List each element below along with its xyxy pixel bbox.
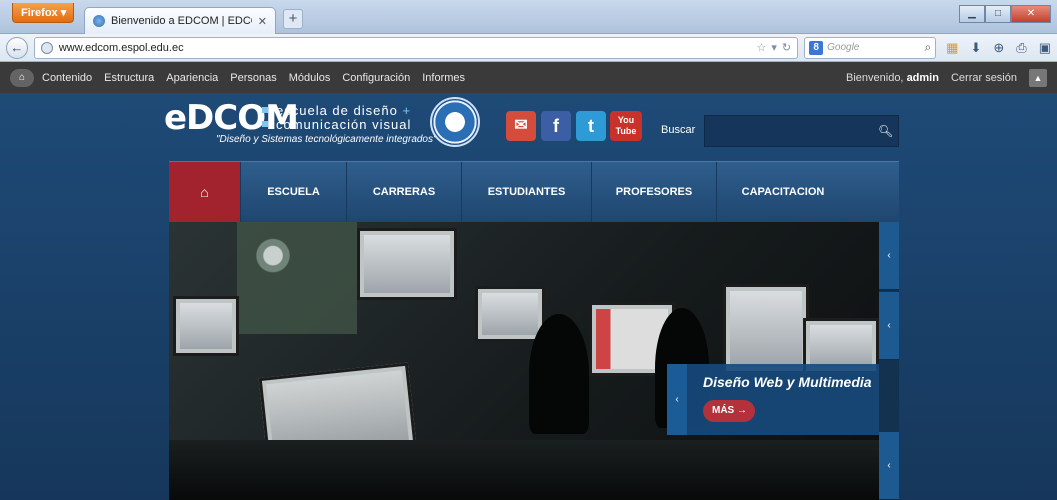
url-actions: ☆ ▾ ↻ [756,41,791,54]
slide-image-monitor [173,296,239,356]
caption-prev-icon[interactable]: ‹ [667,364,687,435]
addon-icon[interactable]: ▦ [946,40,958,56]
admin-user-area: Bienvenido, admin Cerrar sesión ▲ [846,68,1047,87]
site-page: eDCOM escuela de diseño + comunicación v… [0,93,1057,500]
menu-item-capacitacion[interactable]: CAPACITACION [716,162,849,222]
slide-caption-title[interactable]: Diseño Web y Multimedia [703,374,872,390]
admin-item-apariencia[interactable]: Apariencia [166,72,218,84]
new-tab-button[interactable]: + [283,9,303,29]
maximize-button[interactable]: □ [985,5,1011,23]
back-button[interactable]: ← [6,36,28,59]
url-bar[interactable]: www.edcom.espol.edu.ec ☆ ▾ ↻ [33,36,799,59]
logo-tagline: "Diseño y Sistemas tecnológicamente inte… [216,134,437,145]
menu-home-icon[interactable]: ⌂ [169,162,240,222]
menu-item-escuela[interactable]: ESCUELA [240,162,346,222]
admin-toolbar: ⌂ Contenido Estructura Apariencia Person… [0,62,1057,93]
admin-item-modulos[interactable]: Módulos [289,72,331,84]
url-text[interactable]: www.edcom.espol.edu.ec [59,42,751,54]
admin-item-personas[interactable]: Personas [230,72,276,84]
home-icon[interactable]: ⌂ [10,68,34,87]
browser-tab-active[interactable]: Bienvenido a EDCOM | EDCOM ✕ [84,7,276,34]
downloads-icon[interactable]: ⬇ [970,40,981,56]
reload-icon[interactable]: ↻ [782,41,791,54]
admin-item-informes[interactable]: Informes [422,72,465,84]
admin-item-estructura[interactable]: Estructura [104,72,154,84]
favicon-icon [93,15,105,27]
more-button[interactable]: MÁS → [703,400,755,422]
admin-username-link[interactable]: admin [907,72,939,84]
main-menu: ⌂ ESCUELA CARRERAS ESTUDIANTES PROFESORE… [169,161,899,222]
shortcuts-toggle-icon[interactable]: ▲ [1029,68,1047,87]
logo-colon-mark [262,105,268,129]
screenshot-icon[interactable]: ▣ [1039,40,1051,56]
slide-image-wall-photo [237,222,357,334]
close-window-button[interactable]: ✕ [1011,5,1051,23]
admin-item-contenido[interactable]: Contenido [42,72,92,84]
firefox-menu-label: Firefox [21,7,58,19]
search-engine-placeholder[interactable]: Google [827,42,920,53]
menu-item-carreras[interactable]: CARRERAS [346,162,461,222]
menu-filler [849,162,899,222]
minimize-button[interactable]: ▁ [959,5,985,23]
welcome-text: Bienvenido, admin [846,72,939,84]
slide-caption: ‹ Diseño Web y Multimedia MÁS → [667,364,879,435]
window-controls: ▁ □ ✕ [959,5,1051,23]
slide-image-monitor [475,286,545,342]
logo-line-2: comunicación visual [276,117,412,132]
logo-line-1-text: escuela de diseño [276,103,398,118]
welcome-prefix: Bienvenido, [846,71,904,84]
print-icon[interactable]: ⎙ [1016,40,1026,56]
search-magnifier-icon[interactable]: ⌕ [924,40,931,55]
tab-title: Bienvenido a EDCOM | EDCOM [111,15,252,27]
slide-image-desk [169,440,879,500]
email-icon[interactable]: ✉ [506,111,536,141]
extension-icon[interactable]: ⊕ [993,40,1004,56]
logout-link[interactable]: Cerrar sesión [951,72,1017,84]
slide-image-monitor [357,228,457,300]
menu-item-profesores[interactable]: PROFESORES [591,162,716,222]
bookmark-star-icon[interactable]: ☆ [756,41,766,54]
search-box[interactable]: 8 Google ⌕ [804,36,937,59]
history-dropdown-icon[interactable]: ▾ [771,41,777,54]
search-engine-icon[interactable]: 8 [809,40,824,55]
hero-slider: ‹ Diseño Web y Multimedia MÁS → [169,222,879,500]
search-label: Buscar [661,124,696,136]
slider-tab-1-icon[interactable]: ‹ [879,222,899,290]
browser-titlebar: Firefox ▾ Bienvenido a EDCOM | EDCOM ✕ +… [0,0,1057,34]
site-search-icon[interactable]: 🔍︎ [878,124,893,138]
menu-item-estudiantes[interactable]: ESTUDIANTES [461,162,591,222]
slider-tab-4-icon[interactable]: ‹ [879,432,899,500]
facebook-icon[interactable]: f [541,111,571,141]
espol-seal-logo[interactable] [430,97,480,147]
browser-navbar: ← www.edcom.espol.edu.ec ☆ ▾ ↻ 8 Google … [0,34,1057,62]
site-identity-icon[interactable] [40,41,53,54]
site-search-input[interactable] [704,115,899,147]
toolbar-icons: ▦ ⬇ ⊕ ⎙ ▣ [946,40,1051,56]
twitter-icon[interactable]: t [576,111,606,141]
slide-image-person [529,314,589,434]
logo-plus-mark: + [402,103,412,118]
firefox-menu-button[interactable]: Firefox ▾ [12,3,74,23]
logo-line-1: escuela de diseño + [276,103,411,118]
slider-thumbnail-tabs: ‹ ‹ ‹ [879,222,899,500]
slide-image-monitor [723,284,809,374]
slider-tab-2-icon[interactable]: ‹ [879,292,899,360]
youtube-icon[interactable]: You Tube [610,111,642,141]
tab-close-icon[interactable]: ✕ [258,15,267,28]
admin-item-configuracion[interactable]: Configuración [342,72,410,84]
more-button-label: MÁS [712,405,735,416]
